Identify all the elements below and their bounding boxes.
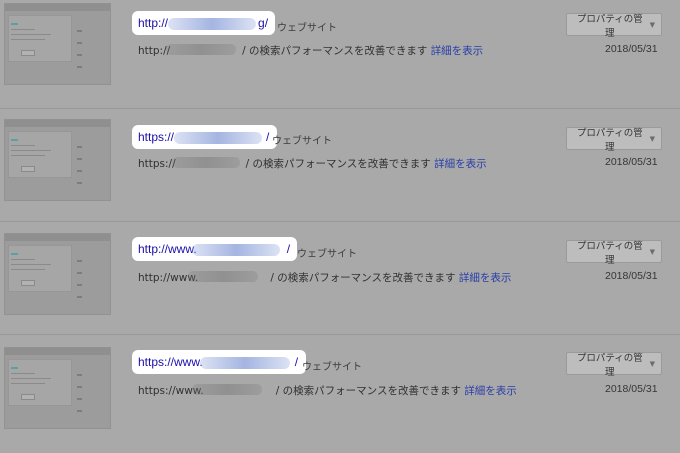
redacted-domain [172,157,240,168]
site-thumbnail [4,119,111,201]
chevron-down-icon: ▼ [649,20,655,29]
property-date: 2018/05/31 [605,156,658,168]
property-row: http://www. / ウェブサイト プロパティの管理 ▼ http://www… [0,226,680,340]
property-type-label: ウェブサイト [272,136,332,147]
redacted-domain [188,271,258,282]
redacted-domain [192,244,280,256]
property-type-label: ウェブサイト [277,23,337,34]
property-type-label: ウェブサイト [302,362,362,373]
redacted-domain [168,18,256,30]
property-row: https:/// ウェブサイト プロパティの管理 ▼ https:/// の検索… [0,113,680,227]
row-divider [0,221,680,222]
row-divider [0,108,680,109]
chevron-down-icon: ▼ [649,359,655,368]
manage-property-button[interactable]: プロパティの管理 ▼ [566,240,662,266]
property-row: http://g/ ウェブサイト プロパティの管理 ▼ http:/// の検索パ… [0,0,680,114]
redacted-domain [192,384,262,395]
property-row: https://www. / ウェブサイト プロパティの管理 ▼ https://w… [0,339,680,453]
redacted-domain [174,132,262,144]
manage-property-button[interactable]: プロパティの管理 ▼ [566,13,662,39]
manage-property-button[interactable]: プロパティの管理 ▼ [566,352,662,378]
site-thumbnail [4,347,111,429]
property-date: 2018/05/31 [605,383,658,395]
row-divider [0,334,680,335]
show-details-link[interactable]: 詳細を表示 [431,45,484,57]
site-thumbnail [4,3,111,85]
chevron-down-icon: ▼ [649,134,655,143]
redacted-domain [200,357,290,369]
show-details-link[interactable]: 詳細を表示 [459,272,512,284]
site-thumbnail [4,233,111,315]
chevron-down-icon: ▼ [649,247,655,256]
show-details-link[interactable]: 詳細を表示 [434,158,487,170]
property-date: 2018/05/31 [605,43,658,55]
show-details-link[interactable]: 詳細を表示 [464,385,517,397]
property-type-label: ウェブサイト [297,249,357,260]
redacted-domain [166,44,236,55]
manage-property-button[interactable]: プロパティの管理 ▼ [566,127,662,153]
property-date: 2018/05/31 [605,270,658,282]
